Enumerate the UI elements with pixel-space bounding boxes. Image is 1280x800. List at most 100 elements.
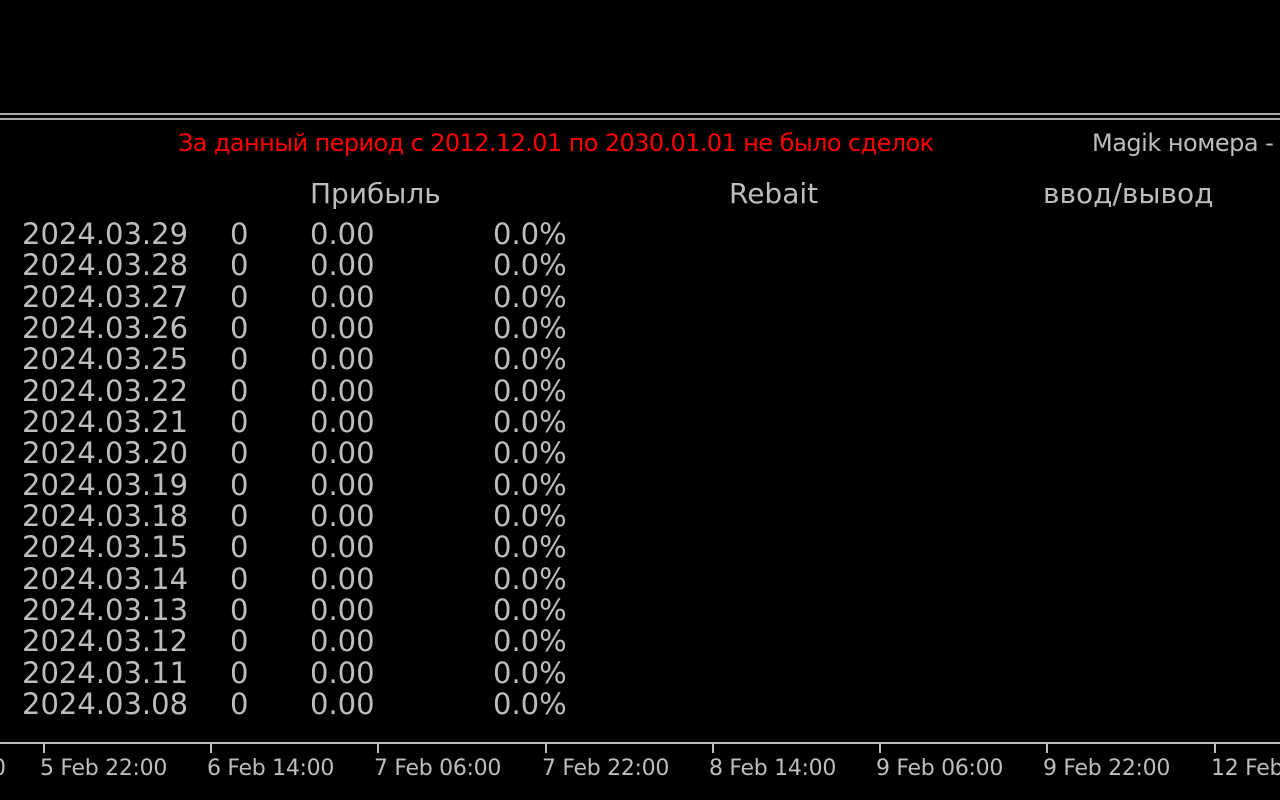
row-date: 2024.03.12 — [22, 624, 189, 659]
time-axis-tick — [43, 744, 45, 753]
row-profit: 0.00 — [310, 279, 375, 314]
row-percent: 0.0% — [493, 624, 567, 659]
table-row: 2024.03.22 0 0.00 0.0% — [0, 375, 640, 406]
time-axis-label: 7 Feb 06:00 — [374, 756, 502, 781]
table-row: 2024.03.15 0 0.00 0.0% — [0, 531, 640, 562]
row-trade-count: 0 — [230, 499, 249, 534]
row-profit: 0.00 — [310, 217, 375, 251]
row-profit: 0.00 — [310, 530, 375, 565]
row-date: 2024.03.08 — [22, 687, 189, 722]
row-date: 2024.03.18 — [22, 499, 189, 534]
time-axis-tick — [545, 744, 547, 753]
row-profit: 0.00 — [310, 561, 375, 596]
table-row: 2024.03.25 0 0.00 0.0% — [0, 343, 640, 374]
table-row: 2024.03.11 0 0.00 0.0% — [0, 657, 640, 688]
time-axis-label: 6 Feb 14:00 — [207, 756, 335, 781]
time-axis-label: 7 Feb 22:00 — [542, 756, 670, 781]
row-date: 2024.03.29 — [22, 217, 189, 251]
row-profit: 0.00 — [310, 593, 375, 628]
row-percent: 0.0% — [493, 373, 567, 408]
row-date: 2024.03.14 — [22, 561, 189, 596]
time-axis-label: 12 Feb — [1211, 756, 1280, 781]
magik-numbers-label: Magik номера - — [1092, 129, 1274, 157]
row-profit: 0.00 — [310, 436, 375, 471]
row-date: 2024.03.27 — [22, 279, 189, 314]
table-row: 2024.03.20 0 0.00 0.0% — [0, 437, 640, 468]
row-trade-count: 0 — [230, 655, 249, 690]
header-deposit-withdrawal: ввод/вывод — [1043, 177, 1214, 210]
row-date: 2024.03.21 — [22, 405, 189, 440]
row-percent: 0.0% — [493, 655, 567, 690]
row-percent: 0.0% — [493, 342, 567, 377]
table-row: 2024.03.14 0 0.00 0.0% — [0, 563, 640, 594]
time-axis-tick — [712, 744, 714, 753]
row-trade-count: 0 — [230, 436, 249, 471]
row-date: 2024.03.15 — [22, 530, 189, 565]
table-row: 2024.03.21 0 0.00 0.0% — [0, 406, 640, 437]
time-axis-tick — [210, 744, 212, 753]
time-axis-line — [0, 742, 1280, 744]
row-date: 2024.03.26 — [22, 311, 189, 346]
row-trade-count: 0 — [230, 217, 249, 251]
bottom-separator-line — [0, 118, 1280, 120]
row-percent: 0.0% — [493, 561, 567, 596]
row-trade-count: 0 — [230, 342, 249, 377]
row-trade-count: 0 — [230, 248, 249, 283]
row-trade-count: 0 — [230, 373, 249, 408]
table-row: 2024.03.29 0 0.00 0.0% — [0, 218, 640, 249]
row-percent: 0.0% — [493, 279, 567, 314]
row-date: 2024.03.13 — [22, 593, 189, 628]
table-row: 2024.03.08 0 0.00 0.0% — [0, 688, 640, 719]
time-axis-label: 9 Feb 22:00 — [1043, 756, 1171, 781]
row-percent: 0.0% — [493, 248, 567, 283]
time-axis-label: 8 Feb 14:00 — [709, 756, 837, 781]
no-trades-notice: За данный период с 2012.12.01 по 2030.01… — [178, 129, 934, 157]
table-row: 2024.03.12 0 0.00 0.0% — [0, 625, 640, 656]
daily-stats-table: 2024.03.29 0 0.00 0.0% 2024.03.28 0 0.00 0.0% 20… — [0, 218, 640, 720]
row-profit: 0.00 — [310, 373, 375, 408]
time-axis-tick — [1214, 744, 1216, 753]
row-profit: 0.00 — [310, 405, 375, 440]
row-date: 2024.03.22 — [22, 373, 189, 408]
row-percent: 0.0% — [493, 405, 567, 440]
row-date: 2024.03.25 — [22, 342, 189, 377]
time-axis-label: 0 — [0, 758, 6, 780]
row-profit: 0.00 — [310, 687, 375, 722]
time-axis: 0 5 Feb 22:00 6 Feb 14:00 7 Feb 06:00 7 Feb … — [0, 742, 1280, 800]
header-profit: Прибыль — [310, 177, 441, 210]
table-row: 2024.03.13 0 0.00 0.0% — [0, 594, 640, 625]
row-profit: 0.00 — [310, 248, 375, 283]
table-row: 2024.03.18 0 0.00 0.0% — [0, 500, 640, 531]
time-axis-tick — [879, 744, 881, 753]
row-trade-count: 0 — [230, 311, 249, 346]
row-percent: 0.0% — [493, 467, 567, 502]
row-percent: 0.0% — [493, 530, 567, 565]
table-row: 2024.03.27 0 0.00 0.0% — [0, 281, 640, 312]
row-profit: 0.00 — [310, 499, 375, 534]
row-percent: 0.0% — [493, 499, 567, 534]
row-percent: 0.0% — [493, 593, 567, 628]
row-trade-count: 0 — [230, 561, 249, 596]
row-trade-count: 0 — [230, 624, 249, 659]
row-trade-count: 0 — [230, 687, 249, 722]
row-percent: 0.0% — [493, 311, 567, 346]
table-row: 2024.03.26 0 0.00 0.0% — [0, 312, 640, 343]
row-percent: 0.0% — [493, 217, 567, 251]
row-trade-count: 0 — [230, 530, 249, 565]
row-percent: 0.0% — [493, 687, 567, 722]
row-profit: 0.00 — [310, 655, 375, 690]
row-profit: 0.00 — [310, 467, 375, 502]
row-trade-count: 0 — [230, 405, 249, 440]
row-profit: 0.00 — [310, 342, 375, 377]
row-trade-count: 0 — [230, 279, 249, 314]
time-axis-label: 9 Feb 06:00 — [876, 756, 1004, 781]
row-profit: 0.00 — [310, 311, 375, 346]
table-row: 2024.03.19 0 0.00 0.0% — [0, 469, 640, 500]
row-percent: 0.0% — [493, 436, 567, 471]
time-axis-tick — [377, 744, 379, 753]
top-separator-line — [0, 113, 1280, 115]
row-date: 2024.03.11 — [22, 655, 189, 690]
row-profit: 0.00 — [310, 624, 375, 659]
header-rebait: Rebait — [729, 177, 819, 210]
time-axis-tick — [1046, 744, 1048, 753]
